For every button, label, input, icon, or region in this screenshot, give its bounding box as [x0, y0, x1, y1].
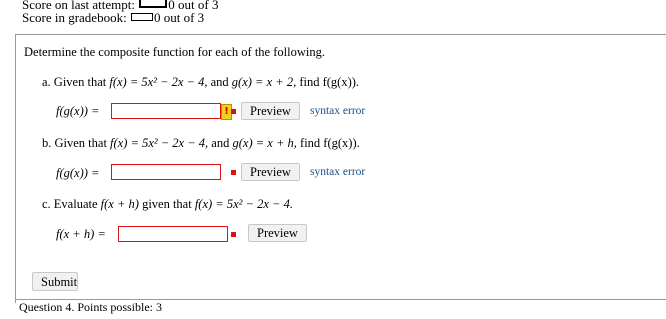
error-x-icon	[231, 109, 236, 114]
part-c-given: given that	[142, 197, 192, 211]
part-a-f-def: f(x) = 5x² − 2x − 4,	[109, 75, 208, 89]
part-a-find: find f(g(x)).	[299, 75, 360, 89]
part-b-answer-label: f(g(x)) =	[56, 166, 118, 181]
score-gradebook-label: Score in gradebook:	[22, 10, 127, 25]
part-b-g-def: g(x) = x + h,	[232, 136, 297, 150]
part-c-prompt: c. Evaluate f(x + h) given that f(x) = 5…	[42, 197, 293, 212]
part-a-and: and	[210, 75, 229, 89]
part-c-expr: f(x + h)	[100, 197, 139, 211]
part-c-label: c. Evaluate	[42, 197, 98, 211]
part-a-answer-label: f(g(x)) =	[56, 104, 118, 119]
part-b-lhs: f(g(x)) =	[56, 166, 100, 180]
part-b-preview-button[interactable]: Preview	[241, 163, 300, 181]
part-c-answer-label: f(x + h) =	[56, 227, 118, 242]
part-b-prompt: b. Given that f(x) = 5x² − 2x − 4, and g…	[42, 136, 360, 151]
part-c-preview-button[interactable]: Preview	[248, 224, 307, 242]
part-b-label: b. Given that	[42, 136, 107, 150]
part-b-syntax-error: syntax error	[310, 166, 366, 178]
part-b-find: find f(g(x)).	[300, 136, 360, 150]
part-a-preview-button[interactable]: Preview	[241, 102, 300, 120]
part-a-label: a. Given that	[42, 75, 107, 89]
part-a-prompt: a. Given that f(x) = 5x² − 2x − 4, and g…	[42, 75, 359, 90]
error-x-icon	[231, 232, 236, 237]
part-c-answer-input[interactable]	[118, 226, 228, 242]
part-b-f-def: f(x) = 5x² − 2x − 4,	[110, 136, 209, 150]
part-a-syntax-error: syntax error	[310, 105, 366, 117]
part-c-f-def: f(x) = 5x² − 2x − 4.	[194, 197, 293, 211]
submit-button[interactable]: Submit	[32, 272, 78, 291]
part-b-answer-input[interactable]	[111, 164, 221, 180]
score-indicator	[139, 0, 168, 8]
part-a-answer-input[interactable]	[111, 103, 221, 119]
question-intro: Determine the composite function for eac…	[24, 45, 325, 59]
error-x-icon	[231, 170, 236, 175]
score-gradebook-value: 0 out of 3	[153, 10, 205, 25]
next-question-header: Question 4. Points possible: 3	[15, 299, 666, 319]
score-gradebook: Score in gradebook: 0 out of 3	[22, 11, 204, 25]
part-c-lhs: f(x + h) =	[56, 227, 106, 241]
part-a-lhs: f(g(x)) =	[56, 104, 100, 118]
score-indicator	[130, 13, 153, 21]
part-a-g-def: g(x) = x + 2,	[231, 75, 297, 89]
part-b-and: and	[211, 136, 230, 150]
